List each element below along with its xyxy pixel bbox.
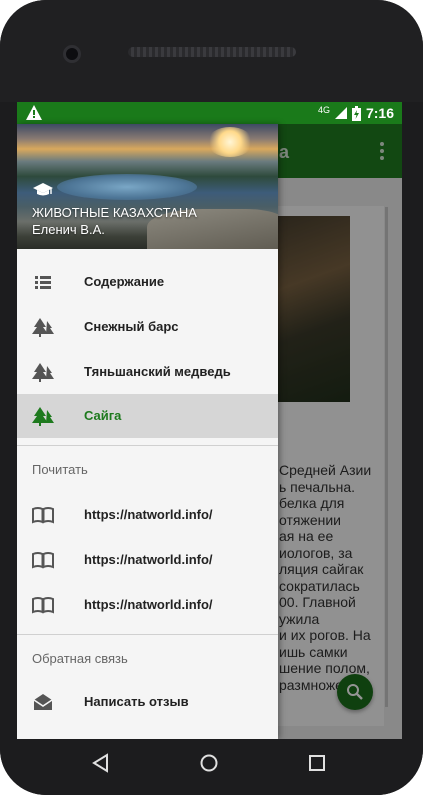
envelope-open-icon xyxy=(33,694,53,710)
camera-icon xyxy=(63,45,81,63)
list-icon xyxy=(35,276,51,289)
back-triangle-icon[interactable] xyxy=(91,753,111,773)
drawer-link-3[interactable]: https://natworld.info/ xyxy=(17,583,278,627)
divider xyxy=(17,634,278,635)
drawer-item-snow-leopard[interactable]: Снежный барс xyxy=(17,305,278,349)
drawer-item-label: Написать отзыв xyxy=(84,694,189,709)
drawer-item-tien-shan-bear[interactable]: Тяньшанский медведь xyxy=(17,350,278,394)
network-type: 4G xyxy=(317,105,330,115)
drawer-header: ЖИВОТНЫЕ КАЗАХСТАНА Еленич В.А. xyxy=(17,124,278,249)
home-circle-icon[interactable] xyxy=(199,753,219,773)
speaker-grille xyxy=(128,47,296,57)
tree-icon xyxy=(32,318,54,337)
screen: 4G 7:16 а Средней Азии ь печальна. белка д… xyxy=(17,102,402,739)
warning-triangle-icon xyxy=(26,105,42,120)
drawer-item-label: Содержание xyxy=(84,274,165,289)
tree-icon xyxy=(32,363,54,382)
book-icon xyxy=(32,507,54,524)
drawer-header-subtitle: Еленич В.А. xyxy=(32,222,105,237)
phone-top-bezel xyxy=(0,0,423,102)
drawer-link-1[interactable]: https://natworld.info/ xyxy=(17,493,278,537)
divider xyxy=(17,445,278,446)
drawer-item-label: Тяньшанский медведь xyxy=(84,364,231,379)
drawer-item-write-review[interactable]: Написать отзыв xyxy=(17,680,278,724)
drawer-link-label: https://natworld.info/ xyxy=(84,597,213,612)
signal-icon xyxy=(334,107,347,119)
book-icon xyxy=(32,552,54,569)
status-bar: 4G 7:16 xyxy=(17,102,402,124)
battery-icon xyxy=(351,105,361,121)
section-title-feedback: Обратная связь xyxy=(32,651,128,666)
book-icon xyxy=(32,597,54,614)
system-nav-bar xyxy=(0,739,423,795)
drawer-item-contents[interactable]: Содержание xyxy=(17,260,278,304)
status-right: 4G 7:16 xyxy=(318,104,394,122)
drawer-item-label: Снежный барс xyxy=(84,319,179,334)
navigation-drawer: ЖИВОТНЫЕ КАЗАХСТАНА Еленич В.А. Содержан… xyxy=(17,124,278,739)
drawer-item-saiga[interactable]: Сайга xyxy=(17,394,278,438)
status-time: 7:16 xyxy=(365,105,394,121)
drawer-link-label: https://natworld.info/ xyxy=(84,507,213,522)
drawer-header-title: ЖИВОТНЫЕ КАЗАХСТАНА xyxy=(32,205,197,220)
drawer-item-label: Сайга xyxy=(84,408,122,423)
section-title-read: Почитать xyxy=(32,462,88,477)
recents-square-icon[interactable] xyxy=(307,753,327,773)
phone-frame: 4G 7:16 а Средней Азии ь печальна. белка д… xyxy=(0,0,423,795)
tree-icon xyxy=(32,407,54,426)
graduation-cap-icon xyxy=(33,183,53,196)
drawer-link-2[interactable]: https://natworld.info/ xyxy=(17,538,278,582)
drawer-link-label: https://natworld.info/ xyxy=(84,552,213,567)
